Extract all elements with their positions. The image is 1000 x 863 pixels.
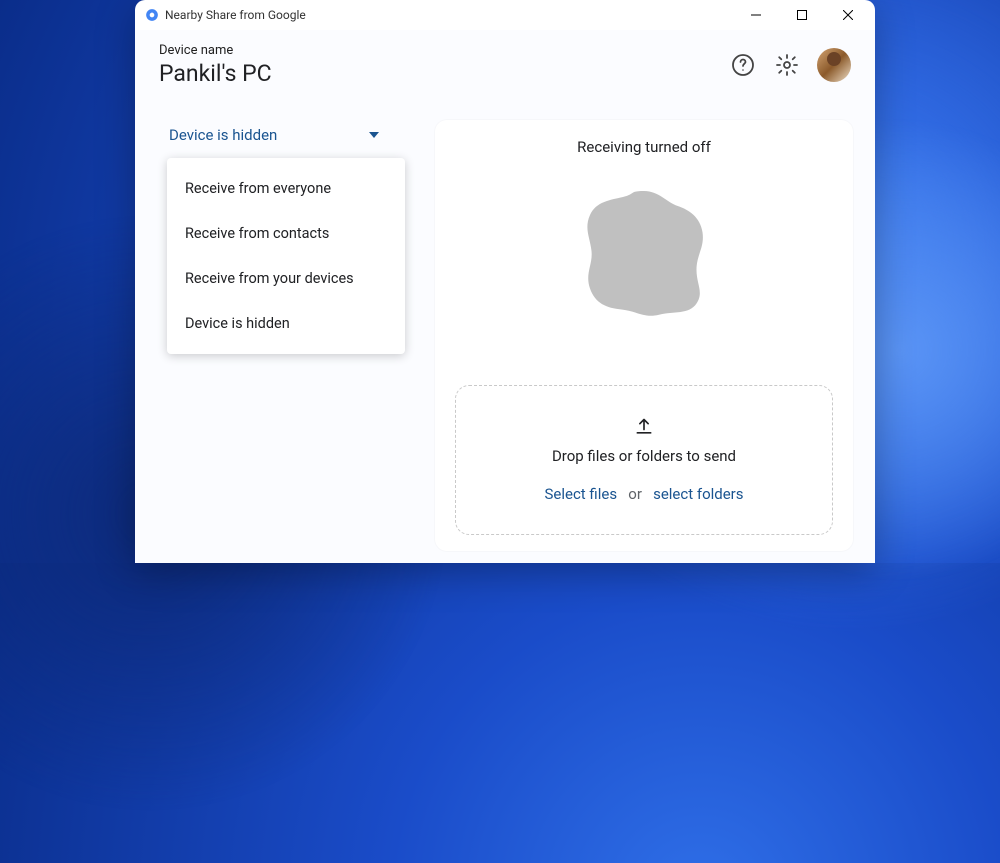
help-button[interactable] xyxy=(729,51,757,79)
right-column: Receiving turned off Drop files or folde… xyxy=(425,100,875,563)
visibility-menu: Receive from everyone Receive from conta… xyxy=(167,158,405,354)
app-icon xyxy=(145,8,159,22)
or-text: or xyxy=(628,485,642,503)
avatar[interactable] xyxy=(817,48,851,82)
upload-icon xyxy=(634,417,654,437)
maximize-button[interactable] xyxy=(779,0,825,30)
visibility-dropdown[interactable]: Device is hidden xyxy=(159,120,389,150)
drop-text: Drop files or folders to send xyxy=(552,447,736,465)
menu-item-everyone[interactable]: Receive from everyone xyxy=(167,166,405,211)
help-icon xyxy=(731,53,755,77)
window-controls xyxy=(733,0,871,30)
status-blob-icon xyxy=(569,176,719,326)
menu-item-contacts[interactable]: Receive from contacts xyxy=(167,211,405,256)
select-folders-link[interactable]: select folders xyxy=(653,485,743,503)
device-label: Device name xyxy=(159,43,272,58)
minimize-button[interactable] xyxy=(733,0,779,30)
drop-zone[interactable]: Drop files or folders to send Select fil… xyxy=(455,385,833,535)
select-files-link[interactable]: Select files xyxy=(544,485,617,503)
close-button[interactable] xyxy=(825,0,871,30)
link-row: Select files or select folders xyxy=(544,485,743,503)
titlebar: Nearby Share from Google xyxy=(135,0,875,30)
menu-item-your-devices[interactable]: Receive from your devices xyxy=(167,256,405,301)
gear-icon xyxy=(775,53,799,77)
left-column: Device is hidden Receive from everyone R… xyxy=(135,100,425,563)
header-actions xyxy=(729,48,851,82)
device-block: Device name Pankil's PC xyxy=(159,43,272,87)
window-title: Nearby Share from Google xyxy=(165,8,306,22)
chevron-down-icon xyxy=(369,132,379,138)
titlebar-left: Nearby Share from Google xyxy=(145,8,306,22)
settings-button[interactable] xyxy=(773,51,801,79)
app-window: Nearby Share from Google Device name Pan… xyxy=(135,0,875,563)
header: Device name Pankil's PC xyxy=(135,30,875,100)
status-card: Receiving turned off Drop files or folde… xyxy=(435,120,853,551)
content: Device is hidden Receive from everyone R… xyxy=(135,100,875,563)
status-title: Receiving turned off xyxy=(577,138,711,156)
menu-item-hidden[interactable]: Device is hidden xyxy=(167,301,405,346)
device-name: Pankil's PC xyxy=(159,60,272,87)
visibility-selected: Device is hidden xyxy=(169,126,277,144)
